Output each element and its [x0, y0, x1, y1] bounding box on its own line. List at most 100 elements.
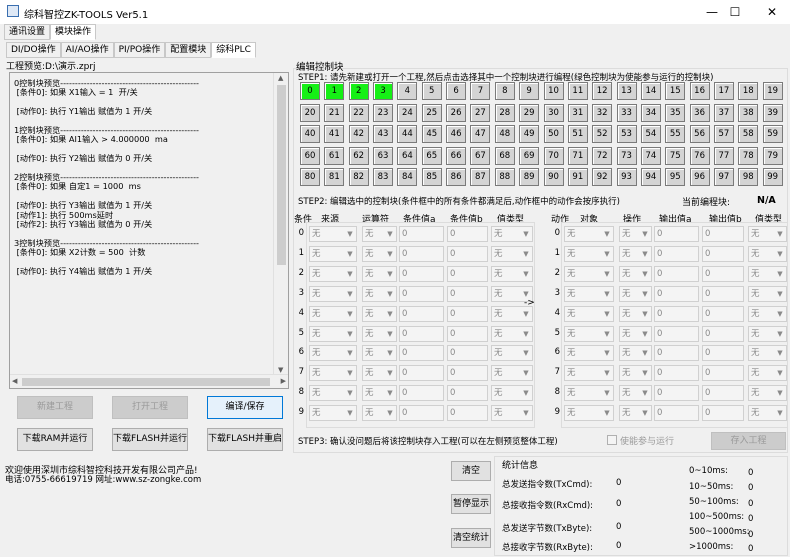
dropdown-chevron-icon[interactable]: ▼ — [602, 287, 612, 301]
control-block-65[interactable]: 65 — [421, 146, 442, 165]
action-operation-select[interactable]: 无 ▼ — [619, 226, 652, 242]
condition-source-select[interactable]: 无 ▼ — [309, 245, 357, 262]
dropdown-chevron-icon[interactable]: ▼ — [385, 287, 395, 301]
condition-source-select[interactable]: 无 ▼ — [309, 265, 357, 282]
action-output-b-input[interactable]: 0 — [702, 265, 744, 282]
control-block-52[interactable]: 52 — [592, 125, 613, 143]
action-output-a-input[interactable]: 0 — [654, 285, 699, 302]
condition-value-b-input[interactable]: 0 — [447, 385, 488, 402]
dropdown-chevron-icon[interactable]: ▼ — [775, 346, 785, 360]
control-block-13[interactable]: 13 — [616, 82, 637, 100]
control-block-16[interactable]: 16 — [689, 82, 710, 100]
condition-value-b-input[interactable]: 0 — [447, 265, 488, 282]
condition-source-select[interactable]: 无 ▼ — [309, 305, 357, 322]
dropdown-chevron-icon[interactable]: ▼ — [775, 227, 785, 241]
control-block-45[interactable]: 45 — [421, 125, 442, 143]
control-block-77[interactable]: 77 — [713, 146, 734, 165]
scroll-down-icon[interactable]: ▼ — [278, 366, 283, 374]
dropdown-chevron-icon[interactable]: ▼ — [775, 386, 785, 400]
action-output-b-input[interactable]: 0 — [702, 285, 744, 302]
dropdown-chevron-icon[interactable]: ▼ — [775, 366, 785, 380]
action-output-a-input[interactable]: 0 — [654, 305, 699, 322]
control-block-62[interactable]: 62 — [348, 146, 369, 165]
save-to-project-button[interactable]: 存入工程 — [711, 432, 786, 450]
control-block-47[interactable]: 47 — [470, 125, 491, 143]
condition-operator-select[interactable]: 无 ▼ — [362, 325, 397, 342]
condition-source-select[interactable]: 无 ▼ — [309, 385, 357, 402]
scroll-left-icon[interactable]: ◀ — [12, 377, 17, 385]
control-block-33[interactable]: 33 — [616, 103, 637, 122]
condition-value-a-input[interactable]: 0 — [399, 245, 444, 262]
scroll-up-icon[interactable]: ▲ — [278, 74, 283, 82]
control-block-46[interactable]: 46 — [446, 125, 467, 143]
action-output-b-input[interactable]: 0 — [702, 226, 744, 242]
dropdown-chevron-icon[interactable]: ▼ — [345, 227, 355, 241]
action-output-b-input[interactable]: 0 — [702, 325, 744, 342]
action-operation-select[interactable]: 无 ▼ — [619, 305, 652, 322]
dropdown-chevron-icon[interactable]: ▼ — [385, 327, 395, 341]
control-block-32[interactable]: 32 — [592, 103, 613, 122]
control-block-95[interactable]: 95 — [665, 168, 686, 186]
control-block-17[interactable]: 17 — [713, 82, 734, 100]
control-block-85[interactable]: 85 — [421, 168, 442, 186]
action-object-select[interactable]: 无 ▼ — [564, 385, 614, 402]
control-block-64[interactable]: 64 — [397, 146, 418, 165]
control-block-98[interactable]: 98 — [738, 168, 759, 186]
control-block-31[interactable]: 31 — [567, 103, 588, 122]
control-block-25[interactable]: 25 — [421, 103, 442, 122]
action-operation-select[interactable]: 无 ▼ — [619, 325, 652, 342]
control-block-41[interactable]: 41 — [324, 125, 345, 143]
control-block-11[interactable]: 11 — [567, 82, 588, 100]
control-block-49[interactable]: 49 — [519, 125, 540, 143]
control-block-37[interactable]: 37 — [713, 103, 734, 122]
condition-operator-select[interactable]: 无 ▼ — [362, 365, 397, 382]
control-block-44[interactable]: 44 — [397, 125, 418, 143]
control-block-39[interactable]: 39 — [762, 103, 783, 122]
action-object-select[interactable]: 无 ▼ — [564, 245, 614, 262]
preview-horizontal-scrollbar[interactable]: ◀ ▶ — [10, 374, 288, 388]
control-block-87[interactable]: 87 — [470, 168, 491, 186]
dropdown-chevron-icon[interactable]: ▼ — [640, 227, 650, 241]
control-block-19[interactable]: 19 — [762, 82, 783, 100]
control-block-70[interactable]: 70 — [543, 146, 564, 165]
action-output-a-input[interactable]: 0 — [654, 385, 699, 402]
control-block-43[interactable]: 43 — [373, 125, 394, 143]
dropdown-chevron-icon[interactable]: ▼ — [640, 287, 650, 301]
action-operation-select[interactable]: 无 ▼ — [619, 345, 652, 362]
control-block-53[interactable]: 53 — [616, 125, 637, 143]
dropdown-chevron-icon[interactable]: ▼ — [345, 386, 355, 400]
action-object-select[interactable]: 无 ▼ — [564, 405, 614, 422]
project-preview-box[interactable]: 0控制块预览----------------------------------… — [9, 72, 289, 389]
control-block-50[interactable]: 50 — [543, 125, 564, 143]
control-block-79[interactable]: 79 — [762, 146, 783, 165]
control-block-7[interactable]: 7 — [470, 82, 491, 100]
condition-value-b-input[interactable]: 0 — [447, 226, 488, 242]
condition-source-select[interactable]: 无 ▼ — [309, 345, 357, 362]
control-block-42[interactable]: 42 — [348, 125, 369, 143]
download-flash-run-button[interactable]: 下载FLASH并运行 — [112, 428, 188, 451]
action-operation-select[interactable]: 无 ▼ — [619, 265, 652, 282]
action-object-select[interactable]: 无 ▼ — [564, 285, 614, 302]
control-block-90[interactable]: 90 — [543, 168, 564, 186]
dropdown-chevron-icon[interactable]: ▼ — [345, 307, 355, 321]
control-block-88[interactable]: 88 — [494, 168, 515, 186]
vertical-scroll-thumb[interactable] — [277, 85, 286, 265]
download-ram-run-button[interactable]: 下载RAM并运行 — [17, 428, 93, 451]
control-block-93[interactable]: 93 — [616, 168, 637, 186]
action-value-type-select[interactable]: 无 ▼ — [748, 285, 787, 302]
action-operation-select[interactable]: 无 ▼ — [619, 285, 652, 302]
dropdown-chevron-icon[interactable]: ▼ — [345, 346, 355, 360]
dropdown-chevron-icon[interactable]: ▼ — [521, 346, 531, 360]
control-block-30[interactable]: 30 — [543, 103, 564, 122]
action-value-type-select[interactable]: 无 ▼ — [748, 385, 787, 402]
control-block-61[interactable]: 61 — [324, 146, 345, 165]
control-block-63[interactable]: 63 — [373, 146, 394, 165]
control-block-66[interactable]: 66 — [446, 146, 467, 165]
preview-vertical-scrollbar[interactable]: ▲ ▼ — [273, 73, 288, 375]
dropdown-chevron-icon[interactable]: ▼ — [521, 247, 531, 261]
action-output-a-input[interactable]: 0 — [654, 265, 699, 282]
dropdown-chevron-icon[interactable]: ▼ — [640, 346, 650, 360]
dropdown-chevron-icon[interactable]: ▼ — [602, 307, 612, 321]
condition-value-b-input[interactable]: 0 — [447, 245, 488, 262]
control-block-6[interactable]: 6 — [446, 82, 467, 100]
